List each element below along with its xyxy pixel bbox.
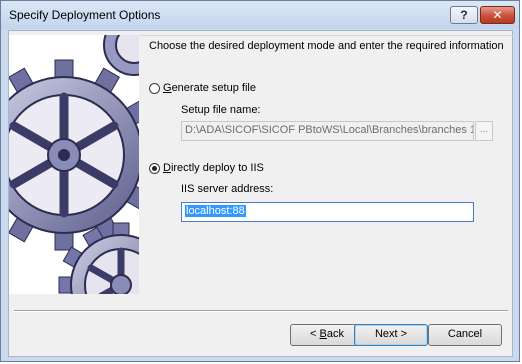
radio-generate-setup[interactable]: Generate setup file [149, 82, 256, 94]
setup-file-name-label: Setup file name: [181, 104, 261, 116]
iis-server-address-field[interactable]: localhost:88 [181, 202, 474, 222]
dialog-window: Specify Deployment Options ? ✕ Choose th… [0, 0, 520, 362]
radio-label-generate-setup: Generate setup file [163, 82, 256, 94]
radio-deploy-iis[interactable]: Directly deploy to IIS [149, 162, 264, 174]
next-button[interactable]: Next > [354, 324, 428, 346]
close-icon: ✕ [492, 8, 503, 22]
gears-icon [9, 35, 139, 294]
radio-label-deploy-iis: Directly deploy to IIS [163, 162, 264, 174]
title-bar[interactable]: Specify Deployment Options ? ✕ [1, 1, 519, 29]
help-icon: ? [460, 8, 468, 22]
page-heading: Choose the desired deployment mode and e… [149, 40, 504, 52]
radio-button-deploy-iis[interactable] [149, 162, 160, 174]
iis-server-address-label: IIS server address: [181, 183, 274, 195]
help-button[interactable]: ? [450, 6, 478, 24]
setup-file-name-field[interactable]: D:\ADA\SICOF\SICOF PBtoWS\Local\Branches… [181, 121, 474, 141]
window-title: Specify Deployment Options [9, 8, 161, 22]
radio-button-generate-setup[interactable] [149, 82, 160, 94]
back-button[interactable]: < Back [290, 324, 364, 346]
header-divider [139, 35, 513, 36]
gears-illustration [9, 35, 139, 294]
cancel-button[interactable]: Cancel [428, 324, 502, 346]
browse-button[interactable]: ... [475, 121, 493, 141]
close-button[interactable]: ✕ [480, 6, 515, 24]
iis-server-address-value: localhost:88 [185, 205, 246, 217]
footer-divider [14, 310, 508, 312]
dialog-body: Choose the desired deployment mode and e… [8, 30, 513, 357]
